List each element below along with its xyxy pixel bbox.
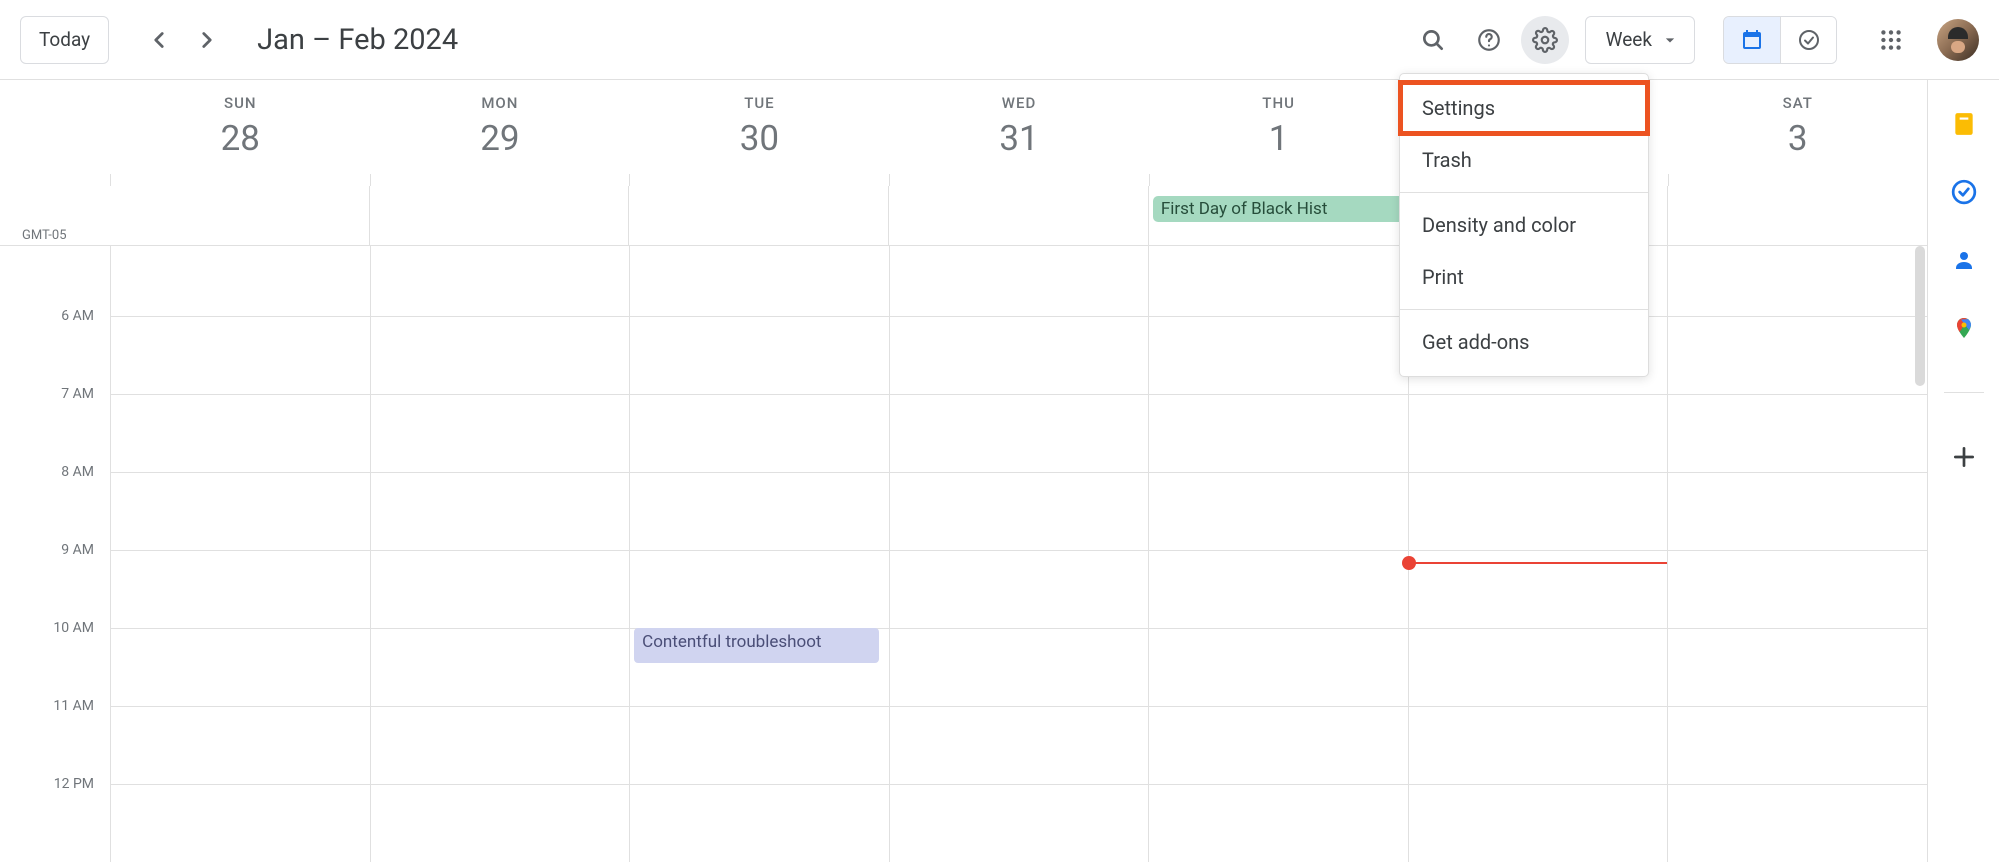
- side-panel: [1927, 80, 1999, 862]
- day-abbr: WED: [1002, 94, 1036, 112]
- settings-menu-item[interactable]: Settings: [1400, 82, 1648, 134]
- calendar-view-toggle[interactable]: [1724, 17, 1780, 63]
- header: Today Jan – Feb 2024 Week: [0, 0, 1999, 80]
- allday-cell[interactable]: [888, 186, 1148, 245]
- now-indicator-dot: [1402, 556, 1416, 570]
- menu-divider: [1400, 309, 1648, 310]
- view-selector[interactable]: Week: [1585, 16, 1695, 64]
- settings-menu-item[interactable]: Print: [1400, 251, 1648, 303]
- allday-cell[interactable]: [110, 186, 369, 245]
- maps-icon[interactable]: [1950, 314, 1978, 342]
- day-number: 1: [1269, 118, 1289, 159]
- date-range-title: Jan – Feb 2024: [257, 23, 458, 57]
- day-column[interactable]: [370, 246, 630, 862]
- chevron-right-icon: [194, 27, 220, 53]
- day-header-cell[interactable]: THU 1: [1148, 80, 1408, 186]
- day-abbr: THU: [1262, 94, 1295, 112]
- grid-columns[interactable]: Contentful troubleshoot: [110, 246, 1927, 862]
- time-label: 8 AM: [61, 464, 94, 480]
- day-abbr: SUN: [224, 94, 257, 112]
- contacts-icon[interactable]: [1950, 246, 1978, 274]
- account-avatar[interactable]: [1937, 19, 1979, 61]
- day-header-cells: SUN28MON29TUE30WED31THU1FRI2SAT3: [110, 80, 1927, 186]
- time-label: 9 AM: [61, 542, 94, 558]
- plus-icon: [1951, 444, 1977, 470]
- allday-cells: First Day of Black Hist: [110, 186, 1927, 246]
- day-column[interactable]: [889, 246, 1149, 862]
- now-indicator: [1409, 562, 1668, 564]
- time-gutter-header: [0, 80, 110, 186]
- caret-down-icon: [1660, 30, 1680, 50]
- settings-menu-item[interactable]: Trash: [1400, 134, 1648, 186]
- keep-icon[interactable]: [1950, 110, 1978, 138]
- today-button[interactable]: Today: [20, 16, 109, 64]
- get-addons-button[interactable]: [1950, 443, 1978, 471]
- scrollbar[interactable]: [1913, 246, 1927, 862]
- apps-grid-icon: [1878, 27, 1904, 53]
- day-number: 29: [480, 118, 519, 159]
- day-column[interactable]: [1148, 246, 1408, 862]
- next-week-button[interactable]: [183, 16, 231, 64]
- allday-gutter: GMT-05: [0, 186, 110, 246]
- day-abbr: SAT: [1783, 94, 1813, 112]
- prev-week-button[interactable]: [135, 16, 183, 64]
- gear-icon: [1532, 27, 1558, 53]
- day-column[interactable]: Contentful troubleshoot: [629, 246, 889, 862]
- day-column[interactable]: [110, 246, 370, 862]
- day-number: 30: [740, 118, 779, 159]
- time-label: 11 AM: [53, 698, 94, 714]
- tasks-view-toggle[interactable]: [1780, 17, 1836, 63]
- view-selector-label: Week: [1606, 28, 1652, 51]
- google-apps-button[interactable]: [1867, 16, 1915, 64]
- scrollbar-thumb[interactable]: [1915, 246, 1925, 386]
- tasks-icon[interactable]: [1950, 178, 1978, 206]
- settings-button[interactable]: [1521, 16, 1569, 64]
- day-header-cell[interactable]: SUN 28: [110, 80, 370, 186]
- day-header-cell[interactable]: TUE 30: [629, 80, 889, 186]
- allday-cell[interactable]: [1667, 186, 1927, 245]
- allday-event[interactable]: First Day of Black Hist: [1153, 196, 1404, 222]
- search-icon: [1420, 27, 1446, 53]
- check-circle-icon: [1797, 28, 1821, 52]
- allday-cell[interactable]: [628, 186, 888, 245]
- time-labels: 6 AM 7 AM 8 AM 9 AM 10 AM 11 AM 12 PM: [0, 246, 110, 862]
- day-abbr: TUE: [744, 94, 774, 112]
- calendar-icon: [1740, 28, 1764, 52]
- day-number: 31: [999, 118, 1038, 159]
- day-header-cell[interactable]: SAT 3: [1667, 80, 1927, 186]
- nav-arrows: [135, 16, 231, 64]
- help-icon: [1476, 27, 1502, 53]
- time-label: 6 AM: [61, 308, 94, 324]
- day-number: 28: [221, 118, 260, 159]
- time-label: 10 AM: [53, 620, 94, 636]
- day-header-cell[interactable]: MON 29: [370, 80, 630, 186]
- allday-cell[interactable]: First Day of Black Hist: [1148, 186, 1408, 245]
- settings-menu-item[interactable]: Get add-ons: [1400, 316, 1648, 368]
- settings-dropdown: SettingsTrash Density and colorPrint Get a…: [1399, 73, 1649, 377]
- view-mode-toggle: [1723, 16, 1837, 64]
- day-abbr: MON: [481, 94, 518, 112]
- timed-event[interactable]: Contentful troubleshoot: [634, 628, 879, 663]
- menu-divider: [1400, 192, 1648, 193]
- time-label: 7 AM: [61, 386, 94, 402]
- day-column[interactable]: [1667, 246, 1927, 862]
- allday-cell[interactable]: [369, 186, 629, 245]
- help-button[interactable]: [1465, 16, 1513, 64]
- timezone-label: GMT-05: [22, 228, 67, 243]
- day-header-cell[interactable]: WED 31: [889, 80, 1149, 186]
- day-number: 3: [1788, 118, 1808, 159]
- time-label: 12 PM: [54, 776, 94, 792]
- search-button[interactable]: [1409, 16, 1457, 64]
- settings-menu-item[interactable]: Density and color: [1400, 199, 1648, 251]
- chevron-left-icon: [146, 27, 172, 53]
